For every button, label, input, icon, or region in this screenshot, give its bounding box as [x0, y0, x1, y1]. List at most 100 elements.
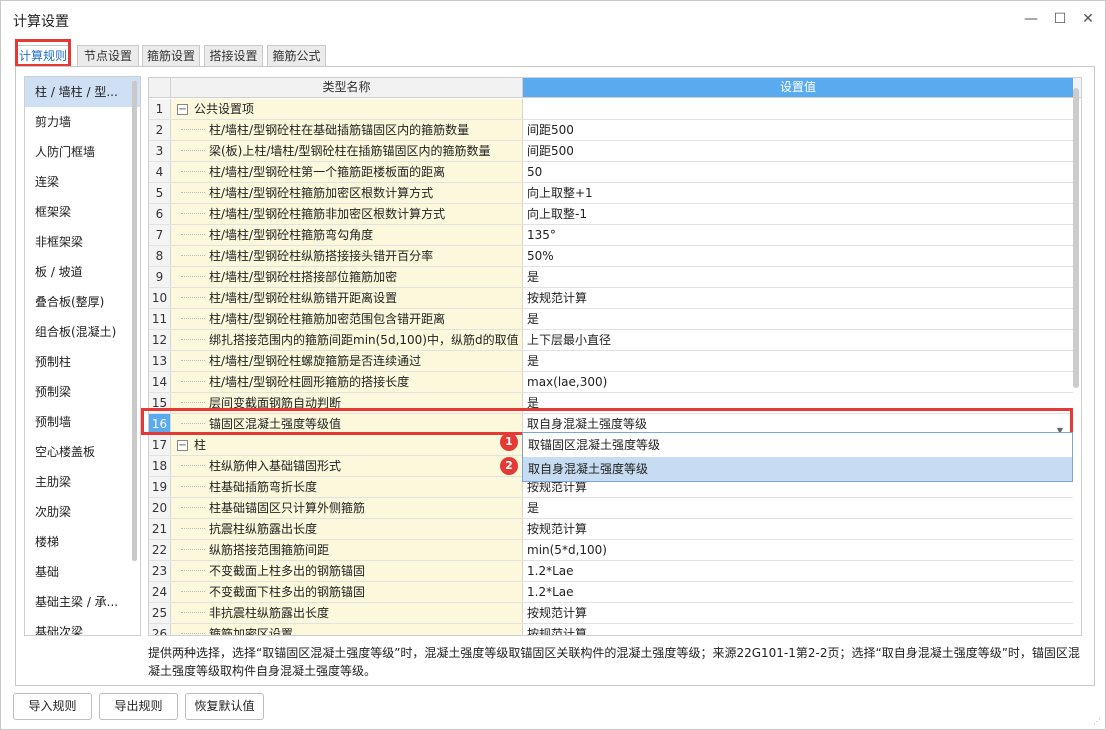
grid-row[interactable]: 11 柱/墙柱/型钢砼柱箍筋加密范围包含错开距离 是 [149, 309, 1073, 330]
grid-row[interactable]: 5 柱/墙柱/型钢砼柱箍筋加密区根数计算方式 向上取整+1 [149, 183, 1073, 204]
minimize-icon[interactable]: — [1022, 10, 1040, 28]
close-icon[interactable]: ✕ [1079, 10, 1097, 28]
grid-row[interactable]: 6 柱/墙柱/型钢砼柱箍筋非加密区根数计算方式 向上取整-1 [149, 204, 1073, 225]
row-setting-value[interactable]: 50% [523, 246, 1073, 266]
row-type-name-text: 柱/墙柱/型钢砼柱螺旋箍筋是否连续通过 [209, 354, 422, 368]
component-list-item[interactable]: 柱 / 墙柱 / 型... [25, 77, 140, 107]
grid-row[interactable]: 26 箍筋加密区设置 按规范计算 [149, 624, 1073, 636]
import-rules-button[interactable]: 导入规则 [13, 693, 92, 720]
row-setting-value-text: 50 [527, 165, 543, 179]
row-number: 7 [149, 225, 171, 245]
row-setting-value[interactable]: min(5*d,100) [523, 540, 1073, 560]
grid-row[interactable]: 20 柱基础锚固区只计算外侧箍筋 是 [149, 498, 1073, 519]
row-setting-value-text: 是 [527, 270, 540, 284]
row-setting-value[interactable]: 1.2*Lae [523, 561, 1073, 581]
component-list-item[interactable]: 预制柱 [25, 347, 140, 377]
component-list-item[interactable]: 预制梁 [25, 377, 140, 407]
row-type-name: − 公共设置项 [171, 99, 523, 119]
strength-grade-dropdown[interactable]: 取锚固区混凝土强度等级 取自身混凝土强度等级 [522, 432, 1073, 482]
row-type-name: 柱/墙柱/型钢砼柱第一个箍筋距楼板面的距离 [171, 162, 523, 182]
grid-row[interactable]: 2 柱/墙柱/型钢砼柱在基础插筋锚固区内的箍筋数量 间距500 [149, 120, 1073, 141]
collapse-icon[interactable]: − [177, 440, 188, 451]
row-setting-value[interactable]: 是 [523, 309, 1073, 329]
component-list-item[interactable]: 空心楼盖板 [25, 437, 140, 467]
tab-stirrup-settings[interactable]: 箍筋设置 [142, 45, 200, 67]
row-setting-value[interactable]: 间距500 [523, 120, 1073, 140]
row-number: 23 [149, 561, 171, 581]
row-setting-value[interactable]: 按规范计算 [523, 603, 1073, 623]
tab-lap-settings[interactable]: 搭接设置 [204, 45, 263, 67]
component-list-item[interactable]: 人防门框墙 [25, 137, 140, 167]
component-list-item[interactable]: 预制墙 [25, 407, 140, 437]
component-list-item[interactable]: 基础主梁 / 承... [25, 587, 140, 617]
grid-row[interactable]: 14 柱/墙柱/型钢砼柱圆形箍筋的搭接长度 max(lae,300) [149, 372, 1073, 393]
grid-row[interactable]: 1− 公共设置项 [149, 99, 1073, 120]
grid-row[interactable]: 9 柱/墙柱/型钢砼柱搭接部位箍筋加密 是 [149, 267, 1073, 288]
row-setting-value[interactable]: 1.2*Lae [523, 582, 1073, 602]
row-setting-value[interactable]: 间距500 [523, 141, 1073, 161]
left-list-scrollbar[interactable] [132, 81, 137, 561]
tab-node-settings[interactable]: 节点设置 [77, 45, 139, 67]
grid-row[interactable]: 12 绑扎搭接范围内的箍筋间距min(5d,100)中，纵筋d的取值 上下层最小直径 [149, 330, 1073, 351]
export-rules-button[interactable]: 导出规则 [99, 693, 178, 720]
row-setting-value[interactable]: 上下层最小直径 [523, 330, 1073, 350]
component-list-item[interactable]: 楼梯 [25, 527, 140, 557]
row-setting-value[interactable]: 135° [523, 225, 1073, 245]
row-setting-value[interactable]: 向上取整+1 [523, 183, 1073, 203]
grid-row[interactable]: 24 不变截面下柱多出的钢筋锚固 1.2*Lae [149, 582, 1073, 603]
component-list-item[interactable]: 连梁 [25, 167, 140, 197]
row-type-name-text: 柱/墙柱/型钢砼柱箍筋加密范围包含错开距离 [209, 312, 446, 326]
row-setting-value[interactable]: 是 [523, 351, 1073, 371]
component-list-item[interactable]: 板 / 坡道 [25, 257, 140, 287]
row-setting-value[interactable]: 是 [523, 498, 1073, 518]
tree-line-icon [181, 288, 205, 298]
row-setting-value[interactable]: 50 [523, 162, 1073, 182]
grid-row[interactable]: 25 非抗震柱纵筋露出长度 按规范计算 [149, 603, 1073, 624]
dropdown-option-own-grade[interactable]: 取自身混凝土强度等级 [523, 457, 1072, 481]
component-list-item[interactable]: 叠合板(整厚) [25, 287, 140, 317]
row-setting-value[interactable]: 是 [523, 267, 1073, 287]
tab-stirrup-formula[interactable]: 箍筋公式 [267, 45, 326, 67]
row-setting-value[interactable] [523, 99, 1073, 119]
row-number: 19 [149, 477, 171, 497]
grid-row[interactable]: 21 抗震柱纵筋露出长度 按规范计算 [149, 519, 1073, 540]
grid-row[interactable]: 8 柱/墙柱/型钢砼柱纵筋搭接接头错开百分率 50% [149, 246, 1073, 267]
resize-grip-icon[interactable]: ⋰ [1093, 718, 1101, 726]
collapse-icon[interactable]: − [177, 104, 188, 115]
row-type-name: 柱/墙柱/型钢砼柱纵筋搭接接头错开百分率 [171, 246, 523, 266]
component-list-item[interactable]: 主肋梁 [25, 467, 140, 497]
restore-defaults-button[interactable]: 恢复默认值 [185, 693, 264, 720]
dropdown-option-anchorage-grade[interactable]: 取锚固区混凝土强度等级 [523, 433, 1072, 457]
tree-line-icon [181, 582, 205, 592]
component-list-item[interactable]: 框架梁 [25, 197, 140, 227]
row-setting-value-text: 135° [527, 228, 556, 242]
callout-badge-1: 1 [500, 433, 518, 451]
component-list-item[interactable]: 剪力墙 [25, 107, 140, 137]
row-type-name-text: 不变截面上柱多出的钢筋锚固 [209, 564, 366, 578]
row-setting-value[interactable]: max(lae,300) [523, 372, 1073, 392]
row-type-name: 纵筋搭接范围箍筋间距 [171, 540, 523, 560]
component-list-item[interactable]: 非框架梁 [25, 227, 140, 257]
row-type-name-text: 纵筋搭接范围箍筋间距 [209, 543, 330, 557]
grid-row[interactable]: 23 不变截面上柱多出的钢筋锚固 1.2*Lae [149, 561, 1073, 582]
component-list-item[interactable]: 基础次梁 [25, 617, 140, 635]
row-number: 26 [149, 624, 171, 635]
row-type-name: 柱基础锚固区只计算外侧箍筋 [171, 498, 523, 518]
grid-row[interactable]: 4 柱/墙柱/型钢砼柱第一个箍筋距楼板面的距离 50 [149, 162, 1073, 183]
component-list-item[interactable]: 次肋梁 [25, 497, 140, 527]
grid-scrollbar[interactable] [1073, 88, 1079, 388]
row-setting-value[interactable]: 按规范计算 [523, 624, 1073, 635]
row-setting-value[interactable]: 按规范计算 [523, 288, 1073, 308]
row-type-name-text: 箍筋加密区设置 [209, 627, 294, 636]
grid-row[interactable]: 3 梁(板)上柱/墙柱/型钢砼柱在插筋锚固区内的箍筋数量 间距500 [149, 141, 1073, 162]
grid-row[interactable]: 22 纵筋搭接范围箍筋间距 min(5*d,100) [149, 540, 1073, 561]
grid-row[interactable]: 7 柱/墙柱/型钢砼柱箍筋弯勾角度 135° [149, 225, 1073, 246]
grid-row[interactable]: 10 柱/墙柱/型钢砼柱纵筋错开距离设置 按规范计算 [149, 288, 1073, 309]
component-list-item[interactable]: 基础 [25, 557, 140, 587]
row-setting-value[interactable]: 按规范计算 [523, 519, 1073, 539]
row-setting-value[interactable]: 向上取整-1 [523, 204, 1073, 224]
row-setting-value-text: 向上取整+1 [527, 186, 593, 200]
maximize-icon[interactable]: ☐ [1051, 10, 1069, 28]
component-list-item[interactable]: 组合板(混凝土) [25, 317, 140, 347]
grid-row[interactable]: 13 柱/墙柱/型钢砼柱螺旋箍筋是否连续通过 是 [149, 351, 1073, 372]
